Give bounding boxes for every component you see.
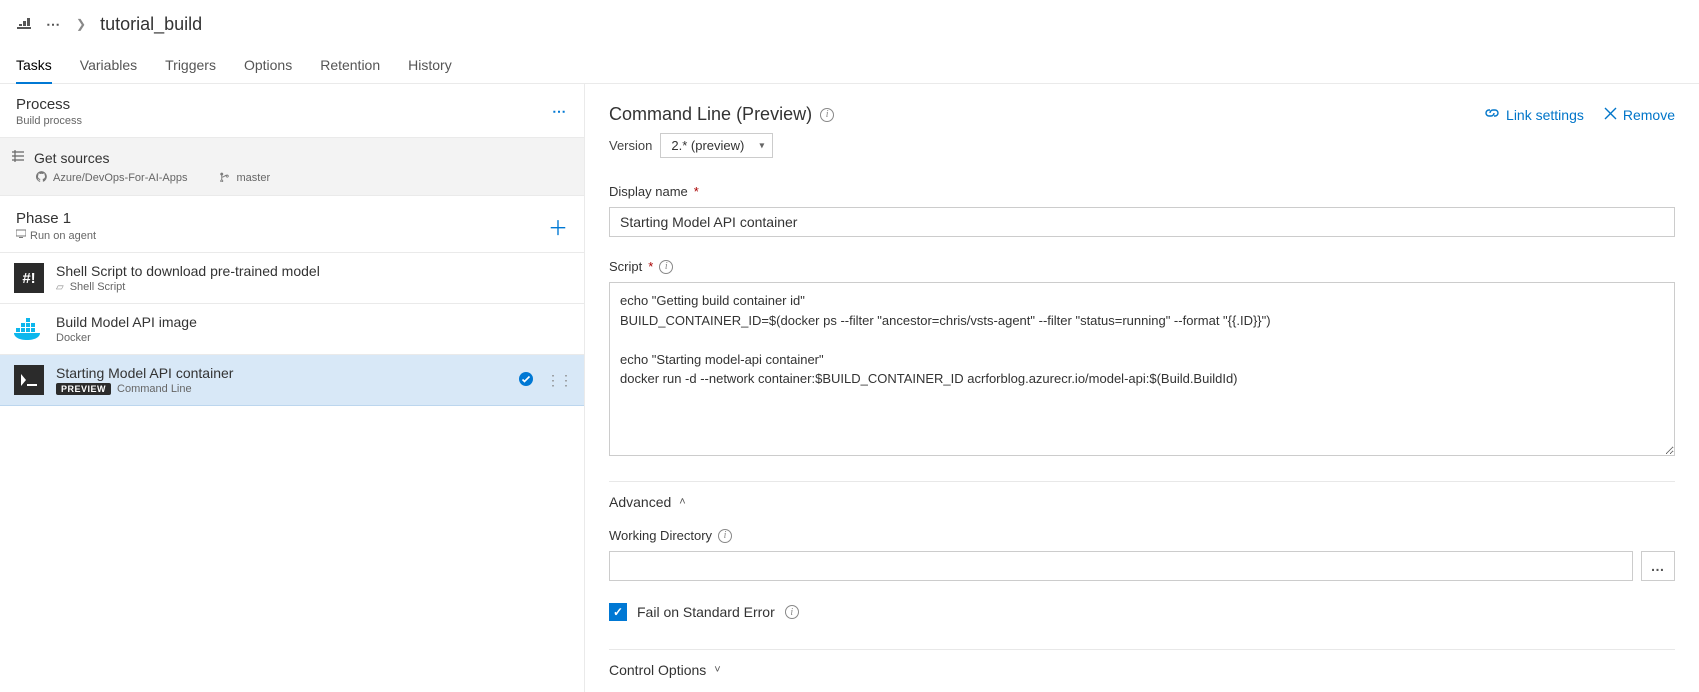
- link-settings-button[interactable]: Link settings: [1484, 106, 1584, 123]
- fail-stderr-checkbox[interactable]: ✓: [609, 603, 627, 621]
- remove-button[interactable]: Remove: [1604, 106, 1675, 123]
- breadcrumb-title[interactable]: tutorial_build: [100, 14, 202, 35]
- chevron-down-icon: ˅: [714, 664, 720, 676]
- process-subtitle: Build process: [16, 115, 82, 127]
- sources-icon: [10, 148, 26, 167]
- task-row-shell[interactable]: #! Shell Script to download pre-trained …: [0, 253, 584, 304]
- shell-script-icon: #!: [14, 263, 44, 293]
- pipeline-icon: [16, 15, 32, 34]
- phase-title: Phase 1: [16, 210, 96, 227]
- close-icon: [1604, 107, 1617, 123]
- info-icon[interactable]: i: [785, 605, 799, 619]
- docker-icon: [14, 314, 44, 344]
- version-label: Version: [609, 138, 652, 153]
- task-title: Starting Model API container: [56, 365, 233, 381]
- detail-title: Command Line (Preview): [609, 104, 812, 125]
- tab-options[interactable]: Options: [244, 48, 292, 84]
- tab-tasks[interactable]: Tasks: [16, 48, 52, 84]
- right-panel: Command Line (Preview) i Link settings R…: [585, 84, 1699, 692]
- advanced-section-toggle[interactable]: Advanced ˄: [609, 481, 1675, 510]
- control-options-toggle[interactable]: Control Options ˅: [609, 649, 1675, 678]
- display-name-label: Display name: [609, 184, 688, 199]
- info-icon[interactable]: i: [659, 260, 673, 274]
- chevron-up-icon: ˄: [679, 496, 685, 508]
- left-panel: Process Build process ⋯ Get sources Azur…: [0, 84, 585, 692]
- tab-variables[interactable]: Variables: [80, 48, 137, 84]
- phase-row[interactable]: Phase 1 Run on agent ＋: [0, 196, 584, 253]
- task-type: Shell Script: [70, 281, 126, 293]
- breadcrumb: ⋯ ❯ tutorial_build: [0, 0, 1699, 48]
- required-marker: *: [648, 259, 653, 274]
- add-task-button[interactable]: ＋: [546, 212, 570, 241]
- browse-button[interactable]: …: [1641, 551, 1675, 581]
- working-dir-label: Working Directory: [609, 528, 712, 543]
- link-settings-icon: [1484, 106, 1500, 123]
- repo-name: Azure/DevOps-For-AI-Apps: [53, 172, 187, 184]
- preview-badge: PREVIEW: [56, 383, 111, 395]
- process-title: Process: [16, 96, 82, 113]
- script-textarea[interactable]: echo "Getting build container id" BUILD_…: [609, 282, 1675, 456]
- display-name-input[interactable]: [609, 207, 1675, 237]
- tab-retention[interactable]: Retention: [320, 48, 380, 84]
- task-row-cmd[interactable]: Starting Model API container PREVIEW Com…: [0, 355, 584, 406]
- phase-subtitle: Run on agent: [16, 229, 96, 242]
- task-type: Command Line: [117, 383, 192, 395]
- required-marker: *: [694, 184, 699, 199]
- tab-history[interactable]: History: [408, 48, 452, 84]
- task-type: Docker: [56, 332, 91, 344]
- info-icon[interactable]: i: [820, 108, 834, 122]
- get-sources-title: Get sources: [34, 150, 109, 166]
- breadcrumb-ellipsis[interactable]: ⋯: [46, 16, 62, 33]
- task-check-icon: [518, 371, 534, 390]
- script-label: Script: [609, 259, 642, 274]
- task-row-docker[interactable]: Build Model API image Docker: [0, 304, 584, 355]
- process-more-icon[interactable]: ⋯: [552, 103, 568, 120]
- fail-stderr-label: Fail on Standard Error: [637, 604, 775, 620]
- drag-handle-icon[interactable]: ⋮⋮: [546, 372, 572, 389]
- info-icon[interactable]: i: [718, 529, 732, 543]
- tab-row: Tasks Variables Triggers Options Retenti…: [0, 48, 1699, 84]
- agent-icon: [16, 229, 26, 242]
- tab-triggers[interactable]: Triggers: [165, 48, 216, 84]
- breadcrumb-sep: ❯: [76, 17, 86, 31]
- task-title: Shell Script to download pre-trained mod…: [56, 263, 320, 279]
- process-header[interactable]: Process Build process ⋯: [0, 84, 584, 138]
- get-sources-row[interactable]: Get sources Azure/DevOps-For-AI-Apps mas…: [0, 138, 584, 196]
- github-icon: [36, 171, 47, 185]
- version-select[interactable]: 2.* (preview): [660, 133, 773, 158]
- link-icon: ▱: [56, 282, 64, 293]
- branch-name: master: [236, 172, 270, 184]
- working-dir-input[interactable]: [609, 551, 1633, 581]
- terminal-icon: [14, 365, 44, 395]
- branch-icon: [219, 171, 230, 185]
- task-title: Build Model API image: [56, 314, 197, 330]
